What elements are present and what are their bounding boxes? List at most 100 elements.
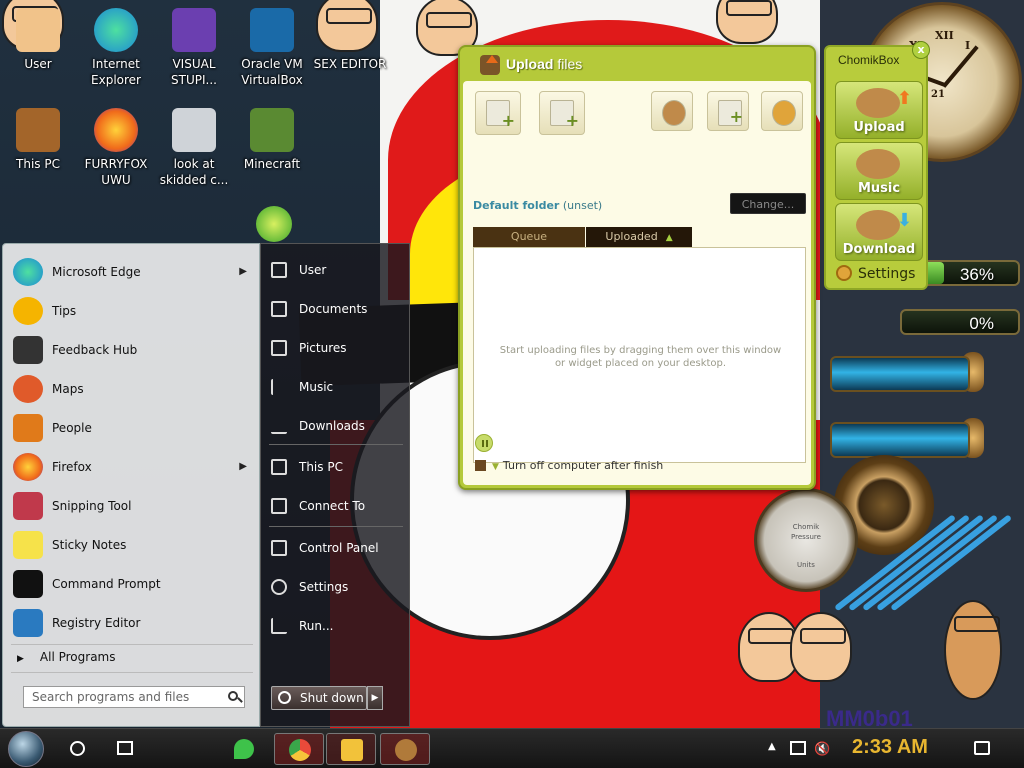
settings-button[interactable] <box>761 91 803 131</box>
edge-icon <box>94 8 138 52</box>
desktop-icon-internet-explorer[interactable]: Internet Explorer <box>78 8 154 88</box>
chomikbox-upload-button[interactable]: ⬆ Upload <box>835 81 923 139</box>
monitor-icon <box>271 459 287 475</box>
gear-icon <box>271 579 287 595</box>
start-menu-places: User Documents Pictures Music Downloads … <box>260 243 410 727</box>
divider <box>269 444 403 445</box>
gear-icon <box>836 265 852 281</box>
start-item-tips[interactable]: Tips <box>11 293 255 329</box>
run-icon <box>271 618 287 634</box>
download-icon <box>271 418 287 434</box>
place-this-pc[interactable]: This PC <box>271 449 403 485</box>
plus-icon: + <box>501 111 515 130</box>
volume-muted-icon[interactable]: 🔇 <box>814 742 830 757</box>
start-item-people[interactable]: People <box>11 410 255 446</box>
user-folder-icon <box>271 262 287 278</box>
place-settings[interactable]: Settings <box>271 569 403 605</box>
close-icon[interactable]: x <box>912 41 930 59</box>
shutdown-button[interactable]: Shut down <box>271 686 367 710</box>
add-file-button[interactable]: + <box>475 91 521 135</box>
hamster-icon <box>856 210 900 240</box>
desktop-icon-sex-editor[interactable]: SEX EDITOR <box>312 56 388 72</box>
start-button[interactable] <box>8 731 44 767</box>
desktop-icon-furryfox[interactable]: FURRYFOX UWU <box>78 108 154 188</box>
shutdown-options-button[interactable]: ▶ <box>367 686 383 710</box>
chomikbox-widget: ChomikBox x ⬆ Upload Music ⬇ Download Se… <box>824 41 930 290</box>
map-pin-icon <box>13 375 43 403</box>
add-folder-button[interactable]: + <box>539 91 585 135</box>
start-item-registry-editor[interactable]: Registry Editor <box>11 605 255 641</box>
picture-icon <box>271 340 287 356</box>
chomikbox-settings[interactable]: Settings <box>836 265 915 282</box>
registry-icon <box>13 609 43 637</box>
start-item-command-prompt[interactable]: Command Prompt <box>11 566 255 602</box>
upload-queue-list[interactable]: Start uploading files by dragging them o… <box>473 247 806 463</box>
chrome-icon <box>289 739 311 761</box>
windows-stack-icon <box>172 108 216 152</box>
search-input[interactable]: Search programs and files <box>23 686 245 708</box>
widget-title: ChomikBox <box>838 53 900 67</box>
taskbar: ▲ 🔇 2:33 AM <box>0 728 1024 768</box>
place-control-panel[interactable]: Control Panel <box>271 530 403 566</box>
desktop-icon-user[interactable]: User <box>0 8 76 72</box>
network-icon[interactable] <box>790 741 806 755</box>
tab-uploaded[interactable]: Uploaded ▲ <box>586 227 692 247</box>
desktop-icon-virtualbox[interactable]: Oracle VM VirtualBox <box>234 8 310 88</box>
start-item-firefox[interactable]: Firefox ▶ <box>11 449 255 485</box>
taskbar-clock[interactable]: 2:33 AM <box>852 736 928 759</box>
paste-button[interactable]: + <box>707 91 749 131</box>
triangle-up-icon: ▲ <box>665 233 673 243</box>
place-user[interactable]: User <box>271 252 403 288</box>
connect-icon <box>271 498 287 514</box>
start-item-snipping-tool[interactable]: Snipping Tool <box>11 488 255 524</box>
notification-icon[interactable] <box>974 741 990 755</box>
scissors-icon <box>13 492 43 520</box>
start-item-sticky-notes[interactable]: Sticky Notes <box>11 527 255 563</box>
place-music[interactable]: Music <box>271 369 403 405</box>
desktop-icon-skidded[interactable]: look at skidded c... <box>156 108 232 188</box>
music-note-icon <box>271 379 287 395</box>
pause-button[interactable] <box>475 434 493 452</box>
place-connect-to[interactable]: Connect To <box>271 488 403 524</box>
start-item-maps[interactable]: Maps <box>11 371 255 407</box>
lightbulb-icon <box>13 297 43 325</box>
empty-queue-message: Start uploading files by dragging them o… <box>499 345 782 369</box>
chat-icon[interactable] <box>234 739 254 759</box>
triangle-right-icon: ▶ <box>17 654 24 664</box>
start-item-edge[interactable]: Microsoft Edge ▶ <box>11 254 255 290</box>
turn-off-option[interactable]: ▼ Turn off computer after finish <box>475 459 663 472</box>
upload-panel: + + + Default folder (unset) Change... Q… <box>463 81 811 485</box>
hamster-icon <box>856 88 900 118</box>
cortana-icon[interactable] <box>70 741 85 756</box>
chomikbox-download-button[interactable]: ⬇ Download <box>835 203 923 261</box>
chomikbox-music-button[interactable]: Music <box>835 142 923 200</box>
desktop-icon-this-pc[interactable]: This PC <box>0 108 76 172</box>
tab-queue[interactable]: Queue <box>473 227 585 247</box>
desktop-icon-minecraft[interactable]: Minecraft <box>234 108 310 172</box>
place-downloads[interactable]: Downloads <box>271 408 403 444</box>
taskbar-app-chrome[interactable] <box>274 733 324 765</box>
place-pictures[interactable]: Pictures <box>271 330 403 366</box>
lime-icon <box>256 206 292 242</box>
task-view-icon[interactable] <box>117 741 133 755</box>
desktop-icon-lime[interactable] <box>254 206 294 246</box>
taskbar-app-file-explorer[interactable] <box>326 733 376 765</box>
taskbar-app-chomikbox[interactable] <box>380 733 430 765</box>
start-item-feedback-hub[interactable]: Feedback Hub <box>11 332 255 368</box>
all-programs-button[interactable]: ▶ All Programs <box>17 650 116 664</box>
chevron-up-icon[interactable]: ▲ <box>768 741 776 752</box>
desktop-icon-visual-studio[interactable]: VISUAL STUPI... <box>156 8 232 88</box>
change-folder-button[interactable]: Change... <box>730 193 806 214</box>
hamster-button[interactable] <box>651 91 693 131</box>
window-title: Upload files <box>506 56 583 72</box>
place-documents[interactable]: Documents <box>271 291 403 327</box>
place-run[interactable]: Run... <box>271 608 403 644</box>
start-menu-programs: Microsoft Edge ▶ Tips Feedback Hub Maps … <box>2 243 260 727</box>
sticky-note-icon <box>13 531 43 559</box>
terminal-icon <box>13 570 43 598</box>
default-folder-label: Default folder (unset) <box>473 199 603 212</box>
computer-icon <box>16 108 60 152</box>
chomik-logo-icon <box>480 55 500 75</box>
checkbox[interactable] <box>475 460 486 471</box>
document-icon <box>271 301 287 317</box>
